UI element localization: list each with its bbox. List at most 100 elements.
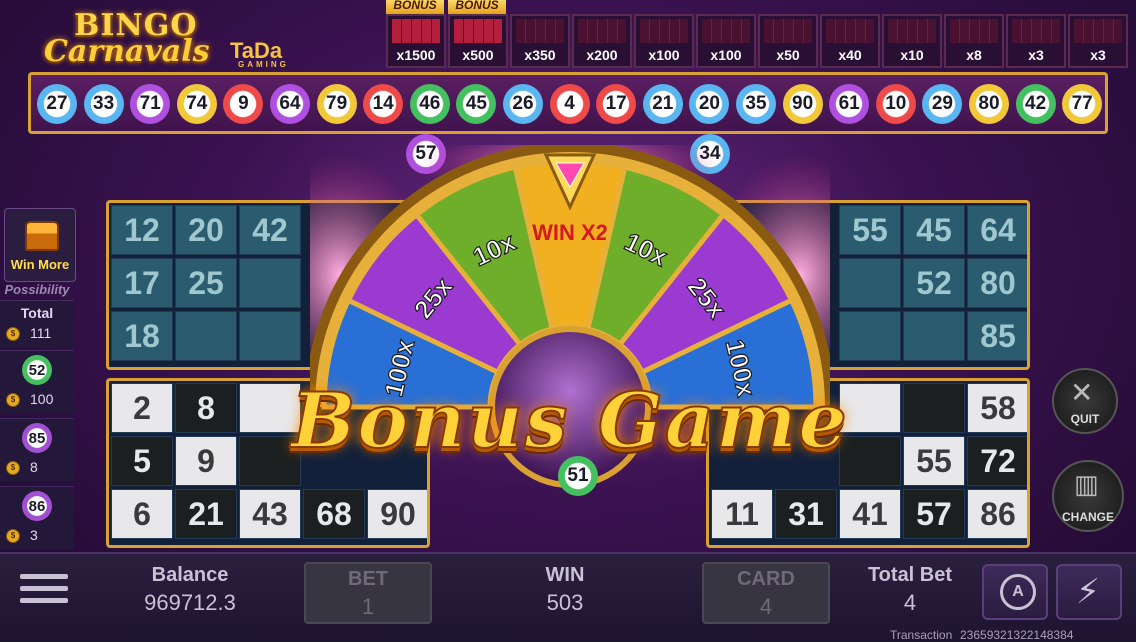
pattern-grid [1012,19,1060,43]
card-cell [239,258,301,308]
paytable: BONUS x1500 BONUS x500 x350 x200 x100 x100 x50 x4… [0,0,1136,70]
card-label: CARD [737,568,795,590]
win-value: 503 [546,590,584,615]
multiplier-label: x50 [776,47,800,63]
total-label: Total [20,305,54,321]
paytable-pattern: x350 [510,14,570,68]
pattern-grid [392,19,440,43]
close-icon: ✕ [1070,376,1094,409]
drawn-ball: 77 [1062,84,1103,124]
menu-button[interactable] [20,570,68,603]
card-cell: 55 [839,205,901,255]
card-cell: 12 [111,205,173,255]
balance-label: Balance [151,564,229,586]
paytable-pattern: x8 [944,14,1004,68]
card-cell: 80 [967,258,1027,308]
drawn-ball: 71 [130,84,171,124]
paytable-pattern: x100 [696,14,756,68]
change-button[interactable]: ▥ CHANGE [1052,460,1124,532]
total-panel: Total $ 111 [0,300,74,347]
drawn-ball: 90 [782,84,823,124]
multiplier-label: x3 [1028,47,1044,63]
card-cell: 45 [903,205,965,255]
drawn-ball: 45 [456,84,497,124]
auto-icon: A [1000,574,1036,610]
quit-label: QUIT [1070,412,1100,426]
drawn-ball: 33 [83,84,124,124]
coin-icon: $ [6,461,20,475]
drawn-ball: 14 [363,84,404,124]
card-cell: 18 [111,311,173,361]
pattern-grid [1074,19,1122,43]
paytable-pattern: x1500 [386,14,446,68]
total-bet-label: Total Bet [867,564,953,586]
paytable-pattern: x500 [448,14,508,68]
pattern-grid [764,19,812,43]
bet-selector[interactable]: BET 1 [304,562,432,624]
pattern-grid [702,19,750,43]
bonus-tag: BONUS [386,0,444,14]
pattern-grid [640,19,688,43]
bet-label: BET [348,568,388,590]
card-cell [839,311,901,361]
drawn-ball: 46 [409,84,450,124]
possibility-ball: 85 [22,423,52,453]
auto-play-button[interactable]: A [982,564,1048,620]
paytable-pattern: x3 [1006,14,1066,68]
card-cell: 52 [903,258,965,308]
drawn-ball: 42 [1015,84,1056,124]
multiplier-label: x3 [1090,47,1106,63]
pattern-grid [578,19,626,43]
possibility-ball: 86 [22,491,52,521]
coin-icon: $ [6,393,20,407]
card-cell [175,311,237,361]
bonus-game-title: Bonus Game [290,375,849,466]
card-cell: 5 [111,436,173,486]
multiplier-label: x40 [838,47,862,63]
pattern-grid [950,19,998,43]
card-cell: 20 [175,205,237,255]
drawn-ball: 9 [223,84,264,124]
quit-button[interactable]: ✕ QUIT [1052,368,1118,434]
card-value: 4 [759,594,773,619]
drawn-ball: 10 [875,84,916,124]
change-label: CHANGE [1061,510,1114,524]
drawn-ball: 4 [549,84,590,124]
bet-value: 1 [361,594,375,619]
lightning-icon: ⚡ [1076,572,1100,612]
paytable-pattern: x100 [634,14,694,68]
total-bet-value: 4 [903,590,917,615]
drawn-ball: 21 [642,84,683,124]
card-cell: 58 [967,383,1027,433]
drawn-balls-bar: 27 33 71 74 9 64 79 14 46 45 26 4 17 21 20 35 90 61 10 29 80… [28,72,1108,134]
win-more-button[interactable]: Win More [4,208,76,282]
card-cell [239,311,301,361]
paytable-pattern: x40 [820,14,880,68]
possibility-value: 100 [30,391,54,407]
card-cell: 6 [111,489,173,539]
card-cell: 17 [111,258,173,308]
total-value: 111 [30,325,52,341]
cards-icon: ▥ [1074,470,1099,500]
win-more-label: Win More [10,257,70,272]
multiplier-label: x500 [462,47,494,63]
multiplier-label: x200 [586,47,618,63]
drawn-ball: 61 [829,84,870,124]
card-selector[interactable]: CARD 4 [702,562,830,624]
drawn-ball: 17 [596,84,637,124]
card-cell [839,258,901,308]
possibility-row: 52 $100 [0,350,74,413]
card-cell: 2 [111,383,173,433]
possibility-value: 8 [30,459,38,475]
card-cell: 41 [839,489,901,539]
bonus-tag: BONUS [448,0,506,14]
treasure-chest-icon [25,221,59,251]
card-cell: 85 [967,311,1027,361]
multiplier-label: x1500 [396,47,436,63]
pattern-grid [516,19,564,43]
drawn-ball: 64 [270,84,310,124]
coin-icon: $ [6,529,20,543]
multiplier-label: x350 [524,47,556,63]
pattern-grid [454,19,502,43]
turbo-button[interactable]: ⚡ [1056,564,1122,620]
